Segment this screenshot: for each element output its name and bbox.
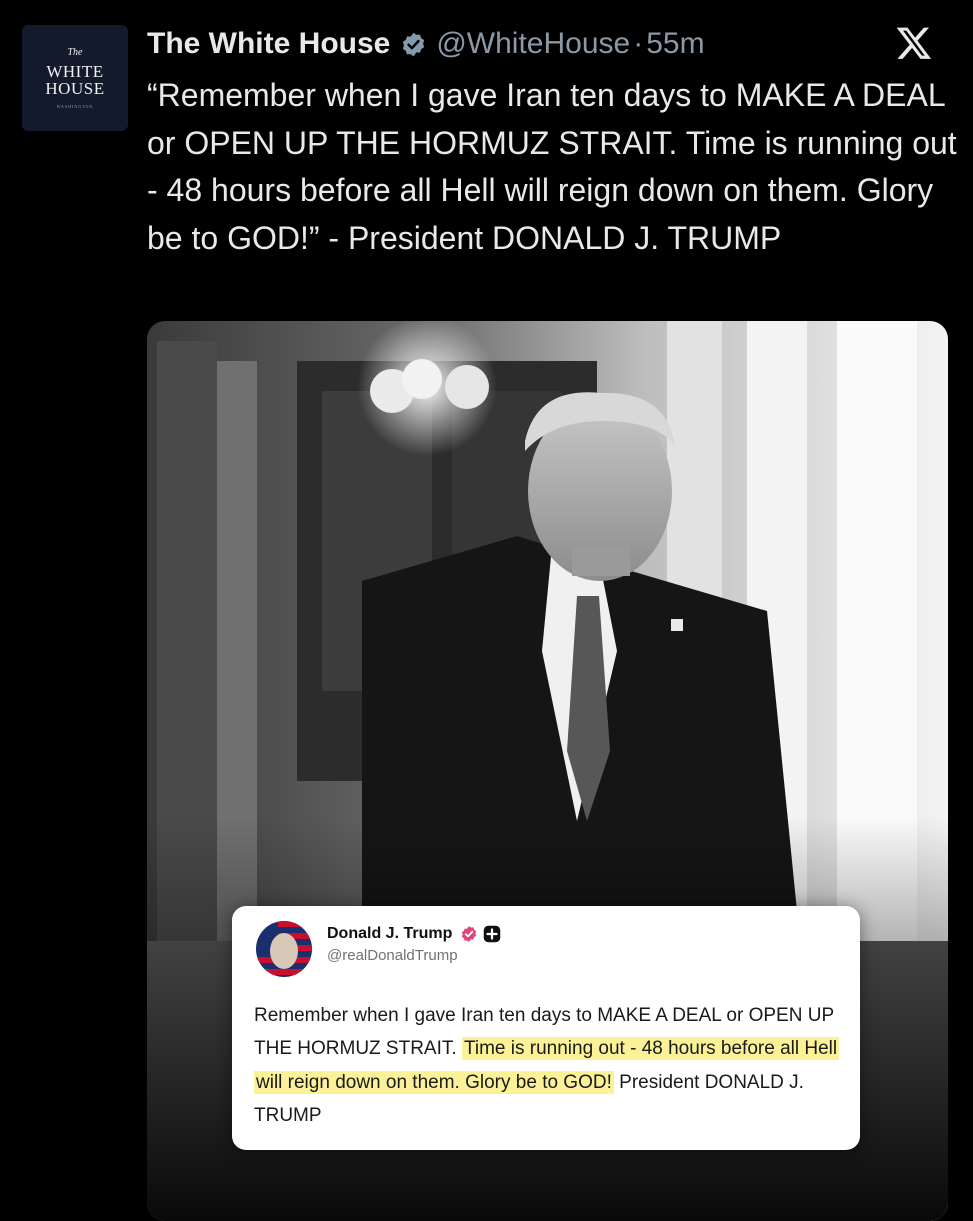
- verified-checkmark-icon: [403, 32, 425, 56]
- embedded-truth-post-card[interactable]: Donald J. Trump @realDonaldTrump Remembe…: [232, 906, 860, 1150]
- embedded-author-row: Donald J. Trump: [327, 925, 501, 943]
- tweet-media-image[interactable]: Donald J. Trump @realDonaldTrump Remembe…: [147, 321, 948, 1221]
- avatar-text-the: The: [67, 46, 83, 58]
- avatar-text-house: HOUSE: [45, 78, 105, 98]
- post-time[interactable]: 55m: [646, 27, 704, 61]
- embedded-post-text: Remember when I gave Iran ten days to MA…: [254, 999, 849, 1132]
- tweet-text: “Remember when I gave Iran ten days to M…: [147, 77, 966, 256]
- tweet-header: The White House @WhiteHouse · 55m: [147, 24, 953, 64]
- trump-avatar: [256, 921, 312, 977]
- x-logo-icon: [896, 27, 932, 59]
- plus-badge-icon: [484, 925, 501, 943]
- account-handle[interactable]: @WhiteHouse: [436, 27, 630, 61]
- embedded-author-name: Donald J. Trump: [327, 925, 453, 942]
- verified-badge-icon: [462, 926, 477, 942]
- avatar-text-white: WHITE: [46, 61, 104, 81]
- avatar-text-washington: WASHINGTON: [56, 103, 94, 109]
- white-house-avatar[interactable]: The WHITE HOUSE WASHINGTON: [22, 25, 128, 131]
- account-name[interactable]: The White House: [147, 27, 390, 61]
- embedded-author-handle: @realDonaldTrump: [327, 947, 458, 964]
- separator-dot: ·: [633, 27, 644, 60]
